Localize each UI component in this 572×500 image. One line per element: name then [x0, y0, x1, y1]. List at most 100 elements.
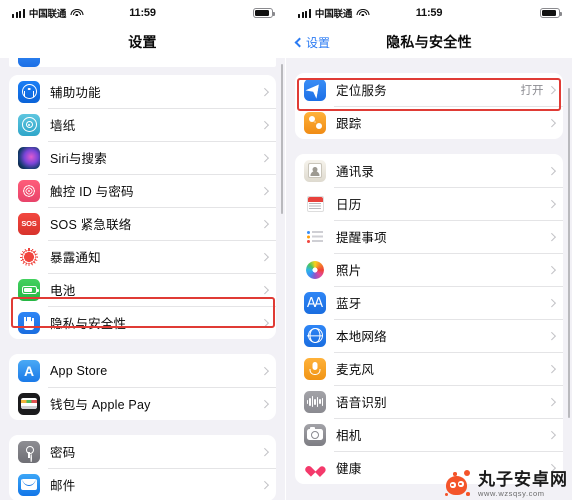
row-label: 通讯录	[336, 165, 375, 179]
row-label: 跟踪	[336, 117, 362, 131]
status-bar-right: 中国联通 11:59	[286, 0, 572, 26]
row-bluetooth[interactable]: Ꜳ 蓝牙	[295, 286, 563, 319]
row-calendar[interactable]: 日历	[295, 187, 563, 220]
row-trailing	[547, 232, 556, 241]
sidebar-item-wallpaper[interactable]: 墙纸	[9, 108, 276, 141]
row-label: 语音识别	[336, 396, 387, 410]
site-watermark: 丸子安卓网 www.wzsqsy.com	[444, 470, 568, 498]
settings-group-3: 密码 邮件	[9, 435, 276, 500]
watermark-name: 丸子安卓网	[478, 469, 568, 489]
status-bar-left-cluster: 中国联通	[12, 6, 84, 20]
row-tracking[interactable]: 跟踪	[295, 106, 563, 139]
row-label: 钱包与 Apple Pay	[50, 398, 151, 412]
row-label: 本地网络	[336, 330, 387, 344]
row-label: SOS 紧急联络	[50, 218, 132, 232]
sidebar-item-privacy-security[interactable]: 隐私与安全性	[9, 306, 276, 339]
scrollbar-left[interactable]	[280, 64, 283, 214]
sidebar-item-exposure-notifications[interactable]: 暴露通知	[9, 240, 276, 273]
row-local-network[interactable]: 本地网络	[295, 319, 563, 352]
scrollbar-right[interactable]	[567, 88, 570, 418]
siri-icon	[18, 146, 40, 169]
sidebar-item-sos[interactable]: SOS SOS 紧急联络	[9, 207, 276, 240]
row-label: 定位服务	[336, 84, 387, 98]
row-trailing	[260, 186, 269, 195]
watermark-text: 丸子安卓网 www.wzsqsy.com	[478, 471, 568, 498]
row-label: 日历	[336, 198, 362, 212]
row-trailing	[260, 318, 269, 327]
wifi-icon	[356, 8, 370, 18]
health-icon	[304, 456, 326, 479]
row-speech-recognition[interactable]: 语音识别	[295, 385, 563, 418]
battery-icon	[540, 8, 562, 18]
sidebar-item-app-store[interactable]: A App Store	[9, 354, 276, 387]
row-trailing: 打开	[521, 82, 556, 98]
row-reminders[interactable]: 提醒事项	[295, 220, 563, 253]
page-title: 设置	[128, 34, 157, 50]
chevron-right-icon	[547, 85, 556, 94]
row-trailing	[260, 87, 269, 96]
local-network-icon	[304, 324, 326, 347]
row-trailing	[260, 285, 269, 294]
sidebar-item-mail[interactable]: 邮件	[9, 468, 276, 500]
chevron-right-icon	[260, 87, 269, 96]
row-label: 暴露通知	[50, 251, 101, 265]
privacy-scroll-right[interactable]: 定位服务 打开 跟踪 通讯录 日历 提醒事项 照片 Ꜳ 蓝牙 本地网络 麦克风 …	[286, 58, 572, 500]
touchid-icon	[18, 179, 40, 202]
passwords-key-icon	[18, 440, 40, 463]
row-label: 辅助功能	[50, 86, 101, 100]
sidebar-item-accessibility[interactable]: 辅助功能	[9, 75, 276, 108]
sidebar-item-touchid-passcode[interactable]: 触控 ID 与密码	[9, 174, 276, 207]
row-trailing	[260, 366, 269, 375]
sidebar-item-passwords[interactable]: 密码	[9, 435, 276, 468]
chevron-right-icon	[260, 399, 269, 408]
location-services-icon	[304, 78, 326, 101]
row-label: 隐私与安全性	[50, 317, 127, 331]
row-trailing	[260, 480, 269, 489]
app-store-icon: A	[18, 359, 40, 382]
row-photos[interactable]: 照片	[295, 253, 563, 286]
row-label: 邮件	[50, 479, 76, 493]
row-trailing	[260, 447, 269, 456]
sidebar-item-battery[interactable]: 电池	[9, 273, 276, 306]
row-trailing	[547, 298, 556, 307]
status-bar-left: 中国联通 11:59	[0, 0, 285, 26]
status-bar-left-cluster: 中国联通	[298, 6, 370, 20]
row-contacts[interactable]: 通讯录	[295, 154, 563, 187]
chevron-right-icon	[547, 265, 556, 274]
row-camera[interactable]: 相机	[295, 418, 563, 451]
row-label: 麦克风	[336, 363, 375, 377]
chevron-right-icon	[547, 199, 556, 208]
chevron-right-icon	[260, 318, 269, 327]
chevron-right-icon	[547, 166, 556, 175]
back-button[interactable]: 设置	[294, 34, 331, 51]
calendar-icon	[304, 192, 326, 215]
back-button-label: 设置	[306, 35, 331, 50]
dual-screenshot-container: 中国联通 11:59 设置 辅助功能 墙纸 Siri与搜索 触控 ID 与密码 …	[0, 0, 572, 500]
carrier-label: 中国联通	[314, 9, 353, 20]
battery-settings-icon	[18, 278, 40, 301]
sidebar-item-siri-search[interactable]: Siri与搜索	[9, 141, 276, 174]
camera-icon	[304, 423, 326, 446]
chevron-right-icon	[547, 232, 556, 241]
chevron-right-icon	[547, 298, 556, 307]
row-label: 提醒事项	[336, 231, 387, 245]
row-trailing	[260, 153, 269, 162]
chevron-right-icon	[260, 447, 269, 456]
exposure-notification-icon	[18, 245, 40, 268]
accessibility-icon	[18, 80, 40, 103]
watermark-url: www.wzsqsy.com	[478, 488, 545, 498]
chevron-right-icon	[547, 430, 556, 439]
status-bar-right-cluster	[253, 8, 275, 18]
sidebar-item-wallet-apple-pay[interactable]: 钱包与 Apple Pay	[9, 387, 276, 420]
chevron-right-icon	[260, 153, 269, 162]
row-location-services[interactable]: 定位服务 打开	[295, 73, 563, 106]
row-trailing	[547, 265, 556, 274]
row-label: 电池	[50, 284, 76, 298]
settings-scroll-left[interactable]: 辅助功能 墙纸 Siri与搜索 触控 ID 与密码 SOS SOS 紧急联络 暴…	[0, 58, 285, 500]
row-label: 蓝牙	[336, 297, 362, 311]
row-microphone[interactable]: 麦克风	[295, 352, 563, 385]
row-label: 照片	[336, 264, 362, 278]
row-trailing	[260, 120, 269, 129]
wifi-icon	[70, 8, 84, 18]
chevron-right-icon	[547, 331, 556, 340]
